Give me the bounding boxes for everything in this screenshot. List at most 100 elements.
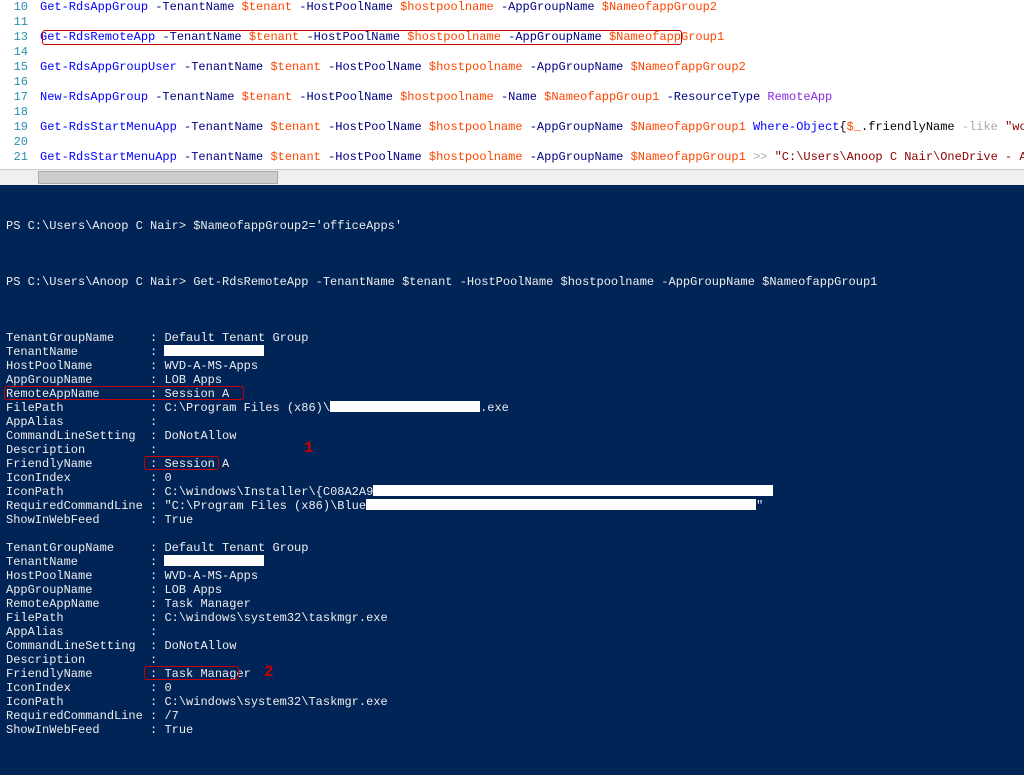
code-line[interactable]: 11 bbox=[0, 15, 1024, 30]
output-property-row: IconPath : C:\windows\Installer\{C08A2A9 bbox=[6, 485, 1018, 499]
property-key: TenantName : bbox=[6, 555, 164, 569]
code-line[interactable]: 10Get-RdsAppGroup -TenantName $tenant -H… bbox=[0, 0, 1024, 15]
property-key: AppAlias : bbox=[6, 625, 164, 639]
redacted-content bbox=[373, 485, 773, 496]
line-number: 21 bbox=[0, 150, 40, 165]
property-value: LOB Apps bbox=[164, 583, 222, 597]
property-key: IconPath : bbox=[6, 695, 164, 709]
line-number: 20 bbox=[0, 135, 40, 150]
line-number: 13 bbox=[0, 30, 40, 45]
redacted-content bbox=[164, 345, 264, 356]
output-property-row: CommandLineSetting : DoNotAllow bbox=[6, 429, 1018, 443]
code-content[interactable] bbox=[40, 15, 1024, 30]
redacted-content bbox=[164, 555, 264, 566]
output-property-row: RequiredCommandLine : /7 bbox=[6, 709, 1018, 723]
code-line[interactable]: 17New-RdsAppGroup -TenantName $tenant -H… bbox=[0, 90, 1024, 105]
output-property-row: Description : bbox=[6, 443, 1018, 457]
line-number: 15 bbox=[0, 60, 40, 75]
code-content[interactable]: Get-RdsAppGroup -TenantName $tenant -Hos… bbox=[40, 0, 1024, 15]
powershell-terminal[interactable]: PS C:\Users\Anoop C Nair> $NameofappGrou… bbox=[0, 185, 1024, 775]
code-line[interactable]: 18 bbox=[0, 105, 1024, 120]
output-property-row: RemoteAppName : Task Manager bbox=[6, 597, 1018, 611]
code-line[interactable]: 21Get-RdsStartMenuApp -TenantName $tenan… bbox=[0, 150, 1024, 165]
output-property-row: AppAlias : bbox=[6, 415, 1018, 429]
property-value: Session A bbox=[164, 457, 229, 471]
property-value: C:\windows\system32\Taskmgr.exe bbox=[164, 695, 387, 709]
output-property-row: TenantGroupName : Default Tenant Group bbox=[6, 331, 1018, 345]
property-value: LOB Apps bbox=[164, 373, 222, 387]
scrollbar-thumb[interactable] bbox=[38, 171, 278, 184]
property-key: AppGroupName : bbox=[6, 583, 164, 597]
output-property-row: HostPoolName : WVD-A-MS-Apps bbox=[6, 569, 1018, 583]
code-line[interactable]: 15Get-RdsAppGroupUser -TenantName $tenan… bbox=[0, 60, 1024, 75]
code-content[interactable] bbox=[40, 45, 1024, 60]
property-value: 0 bbox=[164, 681, 171, 695]
code-line[interactable]: 16 bbox=[0, 75, 1024, 90]
property-key: CommandLineSetting : bbox=[6, 639, 164, 653]
line-number: 14 bbox=[0, 45, 40, 60]
line-number: 17 bbox=[0, 90, 40, 105]
code-line[interactable]: 19Get-RdsStartMenuApp -TenantName $tenan… bbox=[0, 120, 1024, 135]
property-value: Default Tenant Group bbox=[164, 541, 308, 555]
property-key: IconPath : bbox=[6, 485, 164, 499]
output-block: TenantGroupName : Default Tenant GroupTe… bbox=[6, 331, 1018, 527]
code-editor-pane[interactable]: 10Get-RdsAppGroup -TenantName $tenant -H… bbox=[0, 0, 1024, 169]
property-value: True bbox=[164, 723, 193, 737]
code-content[interactable]: Get-RdsAppGroupUser -TenantName $tenant … bbox=[40, 60, 1024, 75]
code-line[interactable]: 14 bbox=[0, 45, 1024, 60]
property-value: C:\windows\Installer\{C08A2A9 bbox=[164, 485, 373, 499]
code-line[interactable]: 20 bbox=[0, 135, 1024, 150]
code-content[interactable]: Get-RdsStartMenuApp -TenantName $tenant … bbox=[40, 120, 1024, 135]
output-property-row: AppAlias : bbox=[6, 625, 1018, 639]
line-number: 16 bbox=[0, 75, 40, 90]
output-property-row: ShowInWebFeed : True bbox=[6, 513, 1018, 527]
property-value: Task Manager bbox=[164, 667, 250, 681]
prompt-line: PS C:\Users\Anoop C Nair> $NameofappGrou… bbox=[6, 219, 1018, 233]
output-property-row: HostPoolName : WVD-A-MS-Apps bbox=[6, 359, 1018, 373]
property-value: True bbox=[164, 513, 193, 527]
prompt-line: PS C:\Users\Anoop C Nair> Get-RdsRemoteA… bbox=[6, 275, 1018, 289]
property-key: FilePath : bbox=[6, 611, 164, 625]
line-number: 11 bbox=[0, 15, 40, 30]
property-key: FriendlyName : bbox=[6, 667, 164, 681]
property-key: Description : bbox=[6, 443, 164, 457]
property-value: Session A bbox=[164, 387, 229, 401]
property-key: ShowInWebFeed : bbox=[6, 723, 164, 737]
property-value: "C:\Program Files (x86)\Blue bbox=[164, 499, 366, 513]
line-number: 10 bbox=[0, 0, 40, 15]
output-property-row: RequiredCommandLine : "C:\Program Files … bbox=[6, 499, 1018, 513]
redacted-content bbox=[366, 499, 756, 510]
property-key: ShowInWebFeed : bbox=[6, 513, 164, 527]
code-line[interactable]: 13Get-RdsRemoteApp -TenantName $tenant -… bbox=[0, 30, 1024, 45]
property-value: DoNotAllow bbox=[164, 429, 236, 443]
output-property-row: IconIndex : 0 bbox=[6, 681, 1018, 695]
property-key: RequiredCommandLine : bbox=[6, 709, 164, 723]
property-key: HostPoolName : bbox=[6, 359, 164, 373]
property-key: FriendlyName : bbox=[6, 457, 164, 471]
property-key: RemoteAppName : bbox=[6, 597, 164, 611]
output-property-row: FriendlyName : Session A bbox=[6, 457, 1018, 471]
property-key: HostPoolName : bbox=[6, 569, 164, 583]
property-value: C:\windows\system32\taskmgr.exe bbox=[164, 611, 387, 625]
code-content[interactable]: Get-RdsStartMenuApp -TenantName $tenant … bbox=[40, 150, 1024, 165]
output-property-row: IconIndex : 0 bbox=[6, 471, 1018, 485]
code-content[interactable]: Get-RdsRemoteApp -TenantName $tenant -Ho… bbox=[40, 30, 1024, 45]
property-value: 0 bbox=[164, 471, 171, 485]
property-key: CommandLineSetting : bbox=[6, 429, 164, 443]
output-property-row: Description : bbox=[6, 653, 1018, 667]
output-property-row: TenantName : bbox=[6, 555, 1018, 569]
code-content[interactable] bbox=[40, 105, 1024, 120]
property-key: TenantName : bbox=[6, 345, 164, 359]
code-content[interactable] bbox=[40, 75, 1024, 90]
output-property-row: TenantGroupName : Default Tenant Group bbox=[6, 541, 1018, 555]
property-key: TenantGroupName : bbox=[6, 331, 164, 345]
horizontal-scrollbar[interactable] bbox=[0, 169, 1024, 185]
code-content[interactable] bbox=[40, 135, 1024, 150]
output-property-row: FilePath : C:\windows\system32\taskmgr.e… bbox=[6, 611, 1018, 625]
output-property-row: CommandLineSetting : DoNotAllow bbox=[6, 639, 1018, 653]
output-property-row: FilePath : C:\Program Files (x86)\.exe bbox=[6, 401, 1018, 415]
line-number: 18 bbox=[0, 105, 40, 120]
output-property-row: AppGroupName : LOB Apps bbox=[6, 583, 1018, 597]
code-content[interactable]: New-RdsAppGroup -TenantName $tenant -Hos… bbox=[40, 90, 1024, 105]
output-property-row: IconPath : C:\windows\system32\Taskmgr.e… bbox=[6, 695, 1018, 709]
